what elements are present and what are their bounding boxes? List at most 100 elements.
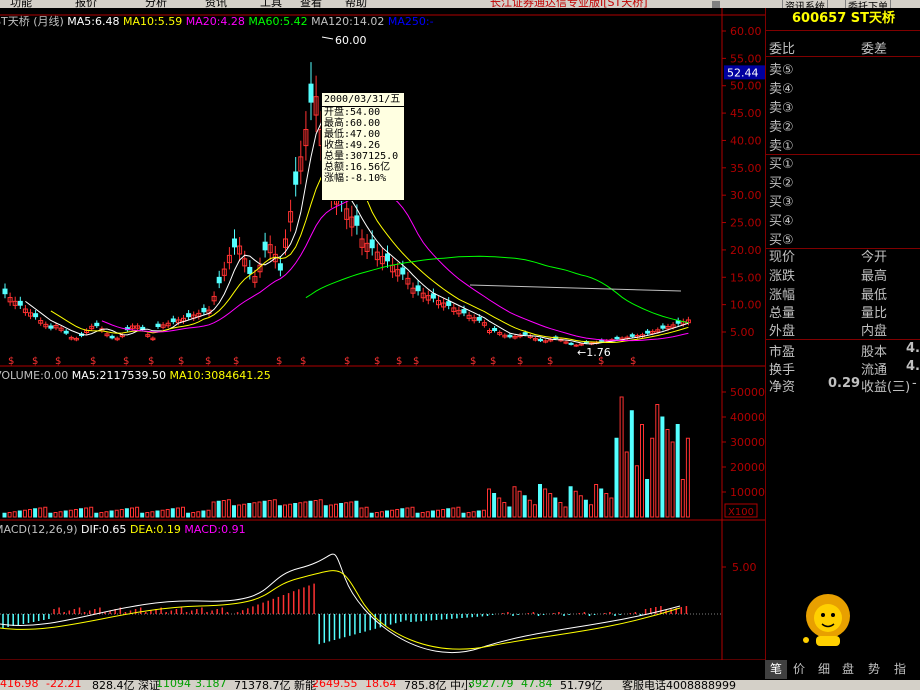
tab-price[interactable]: 价 <box>788 660 810 679</box>
candle <box>216 276 222 284</box>
order-ratio-label: 委比 <box>769 42 796 57</box>
volume-bar <box>660 416 665 518</box>
volume-bar <box>298 502 303 518</box>
fin-eps-value: - <box>912 376 917 391</box>
lion-mascot-icon <box>803 594 850 646</box>
volume-axis-label: 30000 <box>730 436 765 449</box>
volume-bar <box>308 500 313 518</box>
tab-trend[interactable]: 势 <box>863 660 885 679</box>
volume-bar <box>206 509 211 518</box>
volume-bar <box>58 511 63 518</box>
volume-bar <box>135 506 140 518</box>
split-marker: $ <box>300 356 306 367</box>
menu-item-view[interactable]: 查看 <box>300 0 322 8</box>
volume-bar <box>456 506 461 518</box>
volume-bar <box>461 512 466 518</box>
volume-bar <box>441 509 446 518</box>
menu-item-tools[interactable]: 工具 <box>260 0 282 8</box>
buy-3-label: 买③ <box>769 195 794 210</box>
volume-bar <box>175 507 180 518</box>
split-marker: $ <box>148 356 154 367</box>
volume-bar <box>28 509 32 518</box>
candle <box>2 288 8 295</box>
volume-bar <box>543 488 548 518</box>
volume-bar <box>492 493 497 518</box>
volume-bar <box>272 499 277 518</box>
volume-bar <box>583 499 588 518</box>
price-axis-label: 60.00 <box>730 25 762 38</box>
candle <box>568 342 574 345</box>
volume-bar <box>124 508 129 518</box>
fin-shares-value: 4.9 <box>906 341 920 356</box>
volume-bar <box>589 504 593 518</box>
menu-item-function[interactable]: 功能 <box>10 0 32 8</box>
split-marker: $ <box>8 356 14 367</box>
volume-bar <box>548 493 553 518</box>
volume-value: VOLUME:0.00 <box>0 369 69 382</box>
volume-bar <box>481 509 486 518</box>
price-axis-label: 20.00 <box>730 244 762 257</box>
volume-bar <box>538 484 542 518</box>
volume-bar <box>553 497 558 518</box>
status-item: 416.98 <box>0 680 39 690</box>
volume-bar <box>277 505 282 518</box>
volume-bar <box>252 502 257 518</box>
price-axis-label: 30.00 <box>730 189 762 202</box>
candle <box>400 267 406 275</box>
candle <box>461 309 467 314</box>
menu-item-analysis[interactable]: 分析 <box>145 0 167 8</box>
macd-dif: DIF:0.65 <box>81 523 127 536</box>
volume-bar <box>599 488 604 518</box>
candle <box>522 332 528 335</box>
candle <box>660 325 666 329</box>
volume-bar <box>558 502 563 518</box>
volume-bar <box>328 504 333 518</box>
menu-item-quote[interactable]: 报价 <box>75 0 97 8</box>
info-system-button[interactable]: 资讯系统 <box>782 0 828 8</box>
candle <box>109 335 115 339</box>
price-axis-label: 5.00 <box>730 326 755 339</box>
window-button-icon[interactable] <box>712 1 720 8</box>
volume-bar <box>670 441 675 518</box>
price-axis-label: 15.00 <box>730 271 762 284</box>
volume-bar <box>201 510 206 518</box>
volume-bar <box>38 507 43 518</box>
ma-legend-item: MA20:4.28 <box>182 15 245 28</box>
volume-bar <box>497 497 502 518</box>
volume-bar <box>604 493 609 518</box>
volume-bar <box>675 424 680 518</box>
volume-bar <box>640 424 644 518</box>
order-button[interactable]: 委托下单 <box>845 0 891 8</box>
tab-board[interactable]: 盘 <box>837 660 859 679</box>
volume-bar <box>624 451 629 518</box>
volume-bar <box>150 511 155 518</box>
split-marker: $ <box>205 356 211 367</box>
menu-item-info[interactable]: 资讯 <box>205 0 227 8</box>
candle <box>247 266 253 274</box>
volume-bar <box>634 465 639 518</box>
status-item: 11094 <box>156 680 191 690</box>
price-axis-label: 55.00 <box>730 52 762 65</box>
stat-current-price: 现价 <box>769 250 796 265</box>
volume-bar <box>53 512 58 518</box>
volume-bar <box>476 510 481 518</box>
volume-bar <box>390 509 395 518</box>
volume-bar <box>614 437 619 518</box>
buy-1-label: 买① <box>769 157 794 172</box>
volume-panel-header: VOLUME:0.00 MA5:2117539.50 MA10:3084641.… <box>0 369 271 382</box>
menu-item-help[interactable]: 帮助 <box>345 0 367 8</box>
stat-change-pct: 涨幅 <box>769 288 796 303</box>
split-marker: $ <box>90 356 96 367</box>
tab-detail[interactable]: 细 <box>813 660 835 679</box>
fin-shares: 股本 <box>861 345 888 360</box>
ma20-line <box>101 193 689 342</box>
volume-bar <box>267 500 272 518</box>
volume-bar <box>507 506 512 518</box>
status-item: 71378.7亿 <box>234 680 291 690</box>
volume-bar <box>221 500 226 518</box>
status-item: 客服电话4008888999 <box>622 680 736 690</box>
candle <box>186 313 192 318</box>
tab-index[interactable]: 指 <box>889 660 911 679</box>
tab-trades[interactable]: 笔 <box>765 660 787 679</box>
split-marker: $ <box>630 356 636 367</box>
